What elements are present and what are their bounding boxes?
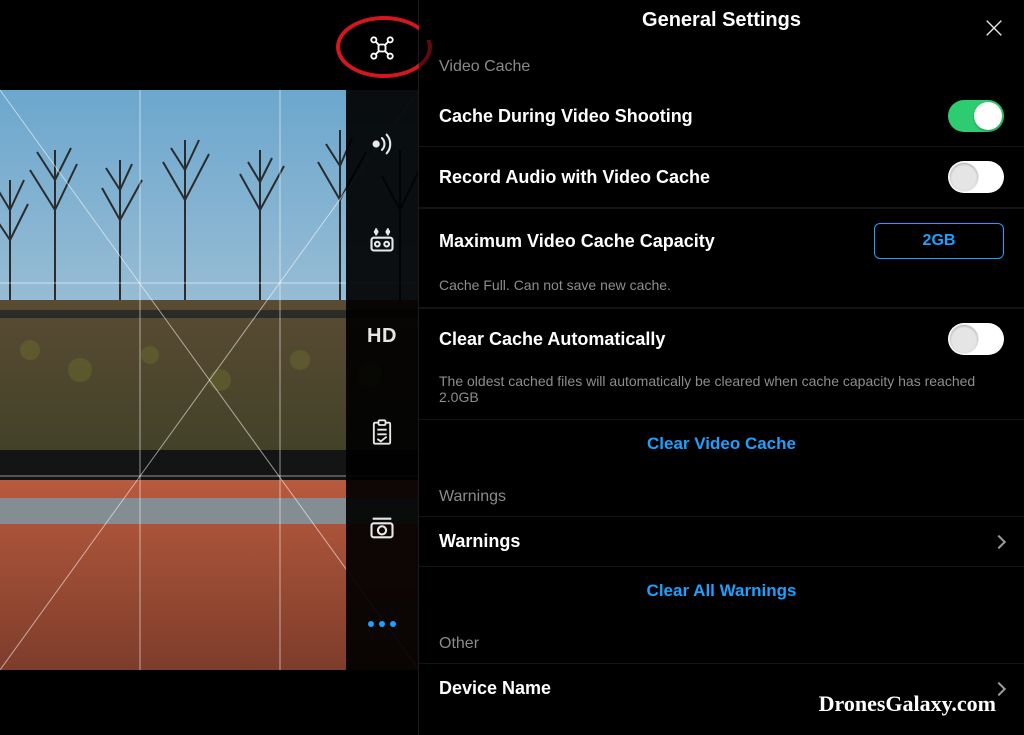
clear-auto-note: The oldest cached files will automatical… xyxy=(419,369,1024,415)
controller-icon[interactable] xyxy=(362,220,402,260)
section-video-cache: Video Cache xyxy=(419,40,1024,86)
row-label: Clear Cache Automatically xyxy=(439,329,665,350)
clear-all-warnings-button[interactable]: Clear All Warnings xyxy=(419,566,1024,615)
row-device-name[interactable]: Device Name xyxy=(419,663,1024,713)
more-icon[interactable] xyxy=(362,604,402,644)
settings-category-rail: HD xyxy=(346,0,419,735)
toggle-record-audio[interactable] xyxy=(948,161,1004,193)
row-record-audio: Record Audio with Video Cache xyxy=(419,146,1024,207)
signal-icon[interactable] xyxy=(362,124,402,164)
clipboard-icon[interactable] xyxy=(362,412,402,452)
row-label: Cache During Video Shooting xyxy=(439,106,693,127)
page-title: General Settings xyxy=(642,9,801,32)
settings-panel: Video Cache Cache During Video Shooting … xyxy=(419,40,1024,735)
chevron-right-icon xyxy=(992,534,1006,548)
toggle-clear-auto[interactable] xyxy=(948,323,1004,355)
hd-icon[interactable]: HD xyxy=(362,316,402,356)
row-warnings[interactable]: Warnings xyxy=(419,516,1024,566)
section-warnings: Warnings xyxy=(419,468,1024,516)
close-button[interactable] xyxy=(980,14,1008,42)
row-max-capacity: Maximum Video Cache Capacity 2GB Cache F… xyxy=(419,207,1024,307)
capacity-selector[interactable]: 2GB xyxy=(874,223,1004,259)
row-label: Maximum Video Cache Capacity xyxy=(439,231,715,252)
capacity-note: Cache Full. Can not save new cache. xyxy=(419,273,1024,303)
settings-header: General Settings xyxy=(419,0,1024,40)
chevron-right-icon xyxy=(992,681,1006,695)
row-clear-auto: Clear Cache Automatically The oldest cac… xyxy=(419,307,1024,419)
row-cache-during-shooting: Cache During Video Shooting xyxy=(419,86,1024,146)
clear-video-cache-button[interactable]: Clear Video Cache xyxy=(419,419,1024,468)
row-label: Record Audio with Video Cache xyxy=(439,167,710,188)
row-label: Warnings xyxy=(439,531,520,552)
drone-icon[interactable] xyxy=(362,28,402,68)
toggle-cache-during-shooting[interactable] xyxy=(948,100,1004,132)
row-label: Device Name xyxy=(439,678,551,699)
section-other: Other xyxy=(419,615,1024,663)
camera-icon[interactable] xyxy=(362,508,402,548)
